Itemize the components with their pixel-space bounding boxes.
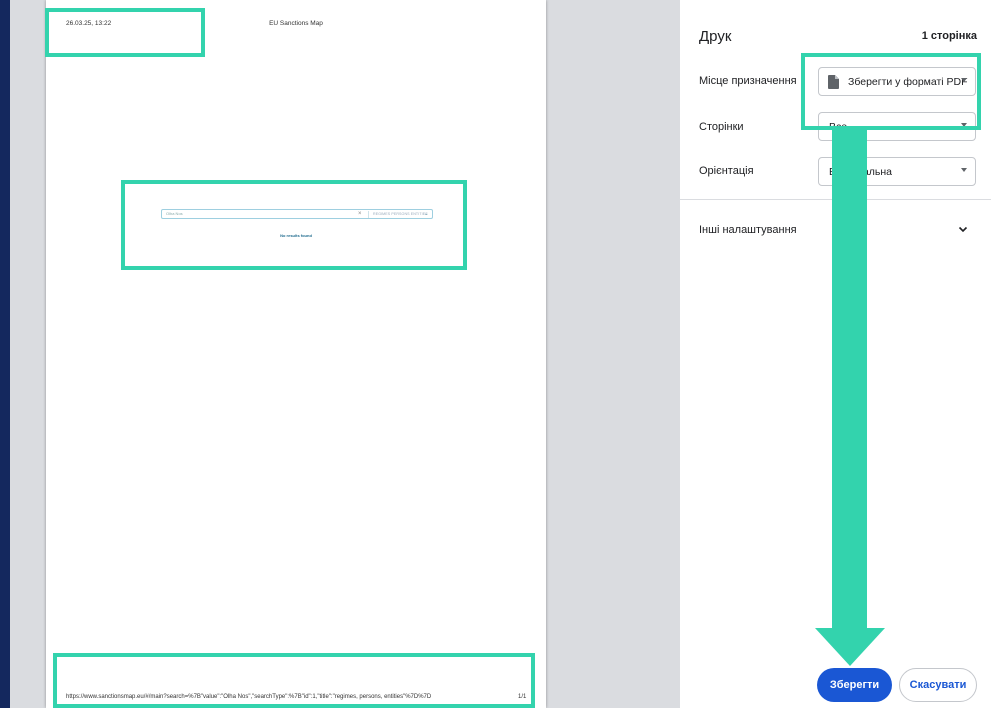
save-button[interactable]: Зберегти bbox=[817, 668, 892, 702]
destination-value: Зберегти у форматі PDF bbox=[848, 76, 968, 88]
page-count: 1 сторінка bbox=[921, 30, 977, 42]
page-search-bar: Olha Nos × REGIMES PERSONS ENTITIES ⌄ bbox=[161, 209, 433, 219]
destination-select[interactable]: Зберегти у форматі PDF bbox=[818, 67, 976, 96]
orientation-value: Вертикальна bbox=[829, 166, 893, 178]
page-search-chevron-icon: ⌄ bbox=[424, 211, 429, 217]
print-preview-area: 26.03.25, 13:22 EU Sanctions Map Olha No… bbox=[10, 0, 680, 708]
destination-label: Місце призначення bbox=[699, 75, 797, 87]
page-footer-url: https://www.sanctionsmap.eu/#/main?searc… bbox=[66, 694, 432, 700]
more-settings-toggle[interactable]: Інші налаштування bbox=[699, 224, 797, 236]
page-search-value: Olha Nos bbox=[166, 211, 183, 216]
preview-page: 26.03.25, 13:22 EU Sanctions Map Olha No… bbox=[46, 0, 546, 708]
page-footer-page-number: 1/1 bbox=[518, 694, 527, 700]
cancel-button[interactable]: Скасувати bbox=[899, 668, 977, 702]
page-no-results: No results found bbox=[280, 233, 312, 238]
page-search-divider bbox=[368, 211, 369, 218]
print-title: Друк bbox=[699, 28, 732, 45]
orientation-select[interactable]: Вертикальна bbox=[818, 157, 976, 186]
pages-select[interactable]: Все bbox=[818, 112, 976, 141]
pages-label: Сторінки bbox=[699, 121, 744, 133]
print-settings-panel: Друк 1 сторінка Місце призначення Зберег… bbox=[680, 0, 991, 708]
page-search-type: REGIMES PERSONS ENTITIES bbox=[373, 212, 428, 216]
orientation-label: Орієнтація bbox=[699, 165, 754, 177]
document-icon bbox=[828, 75, 839, 89]
page-header-title: EU Sanctions Map bbox=[269, 20, 323, 27]
panel-divider bbox=[680, 199, 991, 200]
pages-caret-icon bbox=[961, 123, 967, 127]
chevron-down-icon[interactable] bbox=[957, 223, 969, 235]
orientation-caret-icon bbox=[961, 168, 967, 172]
destination-caret-icon bbox=[961, 78, 967, 82]
page-search-clear-icon: × bbox=[358, 211, 362, 217]
pages-value: Все bbox=[829, 121, 848, 133]
